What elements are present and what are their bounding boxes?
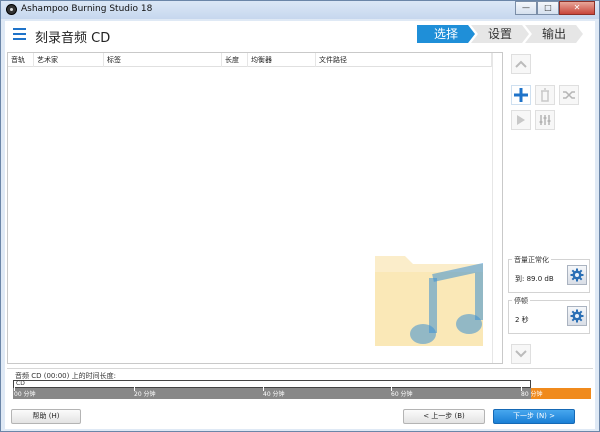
pause-panel: 停顿 2 秒 <box>508 296 590 334</box>
next-button[interactable]: 下一步 (N) > <box>493 409 575 424</box>
wizard-steps: 选择 设置 输出 <box>417 25 583 43</box>
maximize-button[interactable]: □ <box>537 1 559 15</box>
add-icon <box>514 88 528 102</box>
footer: 帮助 (H) < 上一步 (B) 下一步 (N) > <box>5 405 595 429</box>
column-track[interactable]: 音轨 <box>8 53 34 67</box>
pause-value: 2 秒 <box>515 316 529 324</box>
track-list-header: 音轨 艺术家 标签 长度 均衡器 文件路径 <box>8 53 502 67</box>
chevron-up-icon <box>515 60 527 68</box>
page-title: 刻录音频 CD <box>35 31 111 46</box>
column-title[interactable]: 标签 <box>104 53 222 67</box>
page-header: 刻录音频 CD 选择 设置 输出 <box>5 21 595 51</box>
add-track-button[interactable] <box>511 85 531 105</box>
ruler-tick: 60 分钟 <box>391 387 413 398</box>
step-output[interactable]: 输出 <box>525 25 583 43</box>
pause-settings-button[interactable] <box>567 306 587 326</box>
column-file-path[interactable]: 文件路径 <box>316 53 492 67</box>
window-controls: — □ ✕ <box>515 1 595 17</box>
normalize-value: 到: 89.0 dB <box>515 275 554 283</box>
help-button[interactable]: 帮助 (H) <box>11 409 81 424</box>
play-button[interactable] <box>511 110 531 130</box>
music-folder-icon <box>375 256 483 346</box>
shuffle-icon <box>563 91 575 99</box>
move-down-button[interactable] <box>511 344 531 364</box>
normalize-panel: 音量正常化 到: 89.0 dB <box>508 255 590 293</box>
hamburger-icon[interactable] <box>13 28 26 40</box>
track-list[interactable]: 音轨 艺术家 标签 长度 均衡器 文件路径 <box>7 52 503 364</box>
step-select[interactable]: 选择 <box>417 25 475 43</box>
gear-icon <box>570 268 584 282</box>
time-ruler: 00 分钟 20 分钟 40 分钟 60 分钟 80 分钟 <box>13 387 591 399</box>
pause-label: 停顿 <box>512 296 530 306</box>
capacity-bar: CD <box>13 380 531 388</box>
equalizer-icon <box>539 115 551 125</box>
normalize-label: 音量正常化 <box>512 255 551 265</box>
track-list-scrollbar[interactable] <box>492 53 502 363</box>
window-title: Ashampoo Burning Studio 18 <box>21 4 153 14</box>
ruler-tick: 20 分钟 <box>134 387 156 398</box>
delete-icon <box>541 88 549 102</box>
column-artist[interactable]: 艺术家 <box>34 53 104 67</box>
step-settings[interactable]: 设置 <box>471 25 529 43</box>
ruler-tick: 00 分钟 <box>14 387 36 398</box>
app-window: Ashampoo Burning Studio 18 — □ ✕ 刻录音频 CD… <box>0 0 600 432</box>
minimize-button[interactable]: — <box>515 1 537 15</box>
close-button[interactable]: ✕ <box>559 1 595 15</box>
shuffle-button[interactable] <box>559 85 579 105</box>
column-length[interactable]: 长度 <box>222 53 248 67</box>
equalizer-button[interactable] <box>535 110 555 130</box>
chevron-down-icon <box>515 350 527 358</box>
move-up-button[interactable] <box>511 54 531 74</box>
app-logo-icon <box>6 4 17 15</box>
delete-track-button[interactable] <box>535 85 555 105</box>
client-area: 刻录音频 CD 选择 设置 输出 音轨 艺术家 标签 长度 均衡器 文件路径 音… <box>5 21 595 429</box>
play-icon <box>517 115 525 125</box>
disc-type-label: CD <box>16 380 25 387</box>
disc-capacity: 音频 CD (00:00) 上的时间长度: CD 00 分钟 20 分钟 40 … <box>7 368 593 400</box>
column-equalizer[interactable]: 均衡器 <box>248 53 316 67</box>
ruler-tick: 80 分钟 <box>521 387 543 398</box>
title-bar: Ashampoo Burning Studio 18 — □ ✕ <box>1 1 599 19</box>
normalize-settings-button[interactable] <box>567 265 587 285</box>
back-button[interactable]: < 上一步 (B) <box>403 409 485 424</box>
gear-icon <box>570 309 584 323</box>
ruler-tick: 40 分钟 <box>263 387 285 398</box>
